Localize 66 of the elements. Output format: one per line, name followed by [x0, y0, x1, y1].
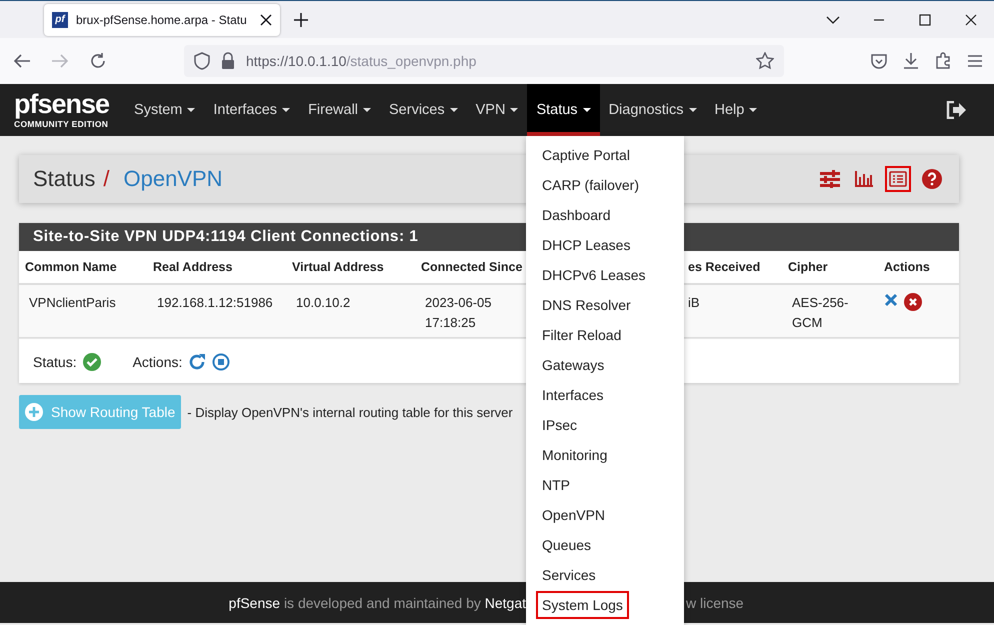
check-icon	[82, 353, 101, 371]
column-header: Common Name	[25, 260, 117, 274]
bar-chart-icon[interactable]	[855, 171, 873, 187]
download-icon[interactable]	[902, 52, 920, 70]
breadcrumb-section[interactable]: Status	[33, 166, 96, 192]
logout-icon[interactable]	[946, 101, 966, 119]
column-header: Virtual Address	[292, 260, 384, 274]
column-header: es Received	[688, 260, 760, 274]
dropdown-item[interactable]: NTP	[536, 471, 576, 499]
breadcrumb-separator: /	[103, 166, 110, 192]
sliders-icon[interactable]	[820, 170, 840, 188]
star-icon[interactable]	[756, 52, 774, 70]
dropdown-item[interactable]: Captive Portal	[536, 141, 636, 169]
dropdown-item[interactable]: DNS Resolver	[536, 291, 637, 319]
favicon: pf	[52, 12, 68, 28]
dropdown-item[interactable]: CARP (failover)	[536, 171, 645, 199]
table-cell: 2023-06-05 17:18:25	[425, 295, 492, 330]
shield-icon	[194, 52, 210, 70]
pocket-icon[interactable]	[870, 52, 888, 70]
table-cell: iB	[688, 295, 700, 310]
column-header: Actions	[884, 260, 930, 274]
back-icon[interactable]	[13, 53, 31, 69]
table-cell: 192.168.1.12:51986	[157, 295, 273, 310]
nav-menu[interactable]: Interfaces	[204, 84, 300, 136]
nav-menu[interactable]: Help	[706, 84, 766, 136]
nav-menu[interactable]: Services	[380, 84, 467, 136]
browser-tab[interactable]: pf brux-pfSense.home.arpa - Statu	[44, 4, 280, 36]
padlock-icon	[220, 52, 236, 70]
reload-icon[interactable]	[89, 52, 107, 70]
dropdown-item[interactable]: Services	[536, 561, 602, 589]
dropdown-item[interactable]: Interfaces	[536, 381, 610, 409]
restart-icon[interactable]	[188, 353, 206, 371]
dropdown-item[interactable]: IPsec	[536, 411, 584, 439]
nav-menu[interactable]: System	[125, 84, 204, 136]
dropdown-item[interactable]: DHCPv6 Leases	[536, 261, 652, 289]
routing-description: - Display OpenVPN's internal routing table for this server	[187, 404, 513, 420]
status-label: Status:	[33, 354, 77, 370]
column-header: Real Address	[153, 260, 232, 274]
logo[interactable]: pfsense COMMUNITY EDITION	[14, 91, 110, 129]
table-cell: VPNclientParis	[29, 295, 116, 310]
close-icon[interactable]	[260, 14, 272, 26]
table-cell: 10.0.10.2	[296, 295, 350, 310]
dropdown-item[interactable]: Filter Reload	[536, 321, 628, 349]
nav-menu[interactable]: Status	[527, 84, 600, 136]
help-icon[interactable]	[922, 169, 942, 189]
nav-menu[interactable]: VPN	[466, 84, 528, 136]
dropdown-item[interactable]: Monitoring	[536, 441, 614, 469]
puzzle-icon[interactable]	[934, 52, 952, 70]
footer-text: w license	[686, 594, 744, 610]
table-cell: AES-256-GCM	[792, 295, 848, 330]
nav-menu[interactable]: Diagnostics	[600, 84, 706, 136]
address-bar[interactable]: https://10.0.1.10/status_openvpn.php	[184, 45, 784, 77]
nav-menu[interactable]: Firewall	[299, 84, 380, 136]
column-header: Connected Since	[421, 260, 522, 274]
dropdown-item[interactable]: Queues	[536, 531, 598, 559]
dropdown-item[interactable]: Gateways	[536, 351, 610, 379]
dropdown-item[interactable]: OpenVPN	[536, 501, 612, 529]
new-tab-icon[interactable]	[294, 12, 308, 26]
column-header: Cipher	[788, 260, 828, 274]
stop-icon[interactable]	[212, 353, 230, 371]
actions-label: Actions:	[132, 354, 182, 370]
remove-icon[interactable]	[904, 293, 922, 311]
dropdown-item[interactable]: System Logs	[536, 591, 629, 619]
list-icon[interactable]	[889, 171, 907, 187]
footer-text: pfSense is developed and maintained by Netgat	[228, 594, 526, 610]
plus-icon	[25, 403, 43, 421]
